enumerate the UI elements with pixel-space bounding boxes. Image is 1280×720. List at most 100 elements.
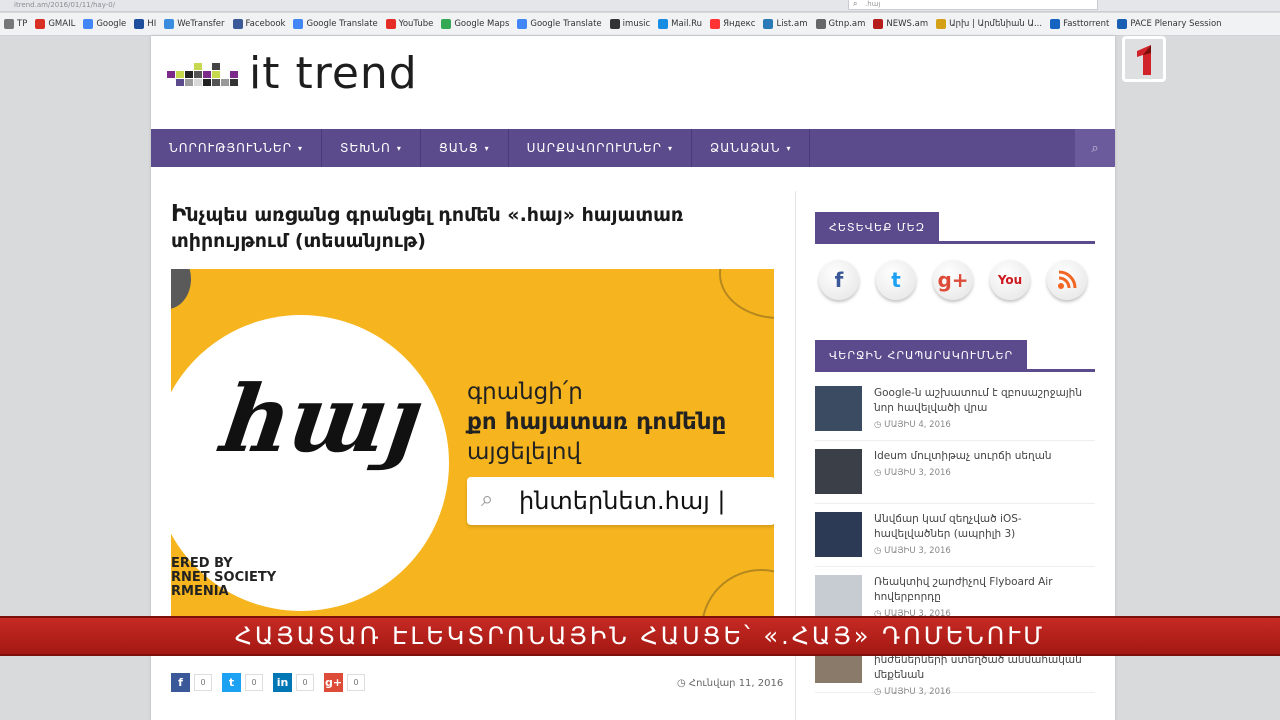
post-item[interactable]: Ideum մուլտիթաչ սուրճի սեղան ◷ ՄԱՅԻՍ 3, 2… — [815, 441, 1095, 504]
nav-item[interactable]: ՍԱՐՔԱՎՈՐՈՒՄՆԵՐ ▾ — [509, 129, 693, 167]
hero-search-text: ինտերնետ.հայ | — [519, 487, 726, 515]
bookmark-item[interactable]: YouTube — [385, 19, 433, 29]
bookmark-label: Facebook — [245, 19, 286, 29]
bookmark-favicon-icon — [658, 19, 669, 29]
social-glyph: t — [891, 268, 901, 292]
bookmark-label: HI — [147, 19, 157, 29]
article-date-text: Հունվար 11, 2016 — [688, 678, 784, 689]
post-title[interactable]: Ռեակտիվ շարժիչով Flyboard Air hովերբորդը — [874, 575, 1095, 605]
ticker-text: ՀԱՅԱՏԱՌ ԷԼԵԿՏՐՈՆԱՅԻՆ ՀԱՍՑԵ՝ «.ՀԱՅ» ԴՈՄԵՆ… — [234, 622, 1046, 650]
bookmark-favicon-icon — [35, 19, 46, 29]
post-title[interactable]: Անվճար կամ զեղչված iOS-հավելվածներ (ապրի… — [874, 512, 1095, 542]
chevron-down-icon: ▾ — [786, 143, 792, 153]
bookmark-item[interactable]: List.am — [763, 19, 808, 29]
widget-title-text: ՀԵՏԵՎԵՔ ՄԵԶ — [815, 212, 940, 244]
social-glyph: You — [997, 273, 1023, 287]
bookmarks-bar: TP GMAIL Google HI WeTransfer Facebook Google … — [0, 13, 1280, 36]
clock-icon: ◷ — [874, 546, 885, 556]
nav-search-button[interactable]: ⌕ — [1075, 129, 1115, 167]
social-icon[interactable]: t — [876, 260, 916, 300]
share-network-icon: in — [273, 673, 292, 692]
decor-ring — [701, 569, 774, 621]
social-icon[interactable]: g+ — [933, 260, 973, 300]
bookmark-item[interactable]: Google Translate — [293, 19, 378, 29]
bookmark-item[interactable]: HI — [134, 19, 156, 29]
post-date: ◷ ՄԱՅԻՍ 3, 2016 — [874, 468, 1052, 478]
bookmark-label: List.am — [776, 19, 808, 29]
social-glyph: f — [834, 268, 844, 292]
site-logo[interactable]: it trend — [167, 52, 418, 96]
share-button[interactable]: f0 — [171, 673, 212, 692]
bookmark-label: imusic — [622, 19, 651, 29]
post-date-text: ՄԱՅԻՍ 3, 2016 — [884, 687, 951, 697]
article-date: ◷ Հունվար 11, 2016 — [677, 678, 783, 689]
bookmark-item[interactable]: Facebook — [232, 19, 286, 29]
bookmark-label: Яндекс — [723, 19, 756, 29]
clock-icon: ◷ — [874, 687, 885, 697]
post-thumbnail[interactable] — [815, 575, 862, 620]
post-date: ◷ ՄԱՅԻՍ 4, 2016 — [874, 420, 1095, 430]
bookmark-item[interactable]: Google Translate — [517, 19, 602, 29]
share-count: 0 — [245, 674, 263, 691]
bookmark-item[interactable]: Mail.Ru — [658, 19, 702, 29]
bookmark-item[interactable]: Արխ | Արմենիան Ա... — [936, 19, 1042, 29]
bookmark-item[interactable]: Fasttorrent — [1050, 19, 1109, 29]
nav-item-label: ՆՈՐՈՒԹՅՈՒՆՆԵՐ — [169, 141, 292, 155]
bookmark-label: TP — [17, 19, 28, 29]
widget-title-follow: ՀԵՏԵՎԵՔ ՄԵԶ — [815, 212, 1095, 244]
social-icons: f t g+ You — [815, 244, 1095, 340]
hero-search-box: ⌕ ինտերնետ.հայ | — [467, 477, 774, 525]
sponsor-line: RMENIA — [171, 584, 229, 599]
address-bar[interactable]: itrend.am/2016/01/11/hay-0/ — [14, 0, 115, 10]
bookmark-item[interactable]: TP — [4, 19, 27, 29]
chevron-down-icon: ▾ — [396, 143, 402, 153]
nav-item-label: ՑԱՆՑ — [438, 141, 479, 155]
share-button[interactable]: g+ 0 — [324, 673, 365, 692]
bookmark-label: GMAIL — [48, 19, 76, 29]
bookmark-item[interactable]: imusic — [609, 19, 651, 29]
post-thumbnail[interactable] — [815, 512, 862, 557]
bookmark-label: Արխ | Արմենիան Ա... — [949, 19, 1043, 29]
nav-item[interactable]: ՆՈՐՈՒԹՅՈՒՆՆԵՐ ▾ — [151, 129, 322, 167]
share-button[interactable]: in 0 — [273, 673, 314, 692]
post-title[interactable]: Ideum մուլտիթաչ սուրճի սեղան — [874, 449, 1052, 464]
main-navigation: ՆՈՐՈՒԹՅՈՒՆՆԵՐ ▾ ՏԵԽՆՈ ▾ ՑԱՆՑ ▾ ՍԱՐՔԱՎՈՐՈՒՄՆԵՐ ▾… — [151, 129, 1115, 167]
bookmark-favicon-icon — [1050, 19, 1061, 29]
post-item[interactable]: Google-ն աշխատում է զբոսաշրջային նոր հավ… — [815, 378, 1095, 441]
share-button[interactable]: t0 — [222, 673, 263, 692]
bookmark-item[interactable]: Яндекс — [710, 19, 755, 29]
bookmark-item[interactable]: PACE Plenary Session — [1117, 19, 1222, 29]
social-icon[interactable]: You — [990, 260, 1030, 300]
nav-item[interactable]: ՑԱՆՑ ▾ — [421, 129, 509, 167]
share-network-icon: g+ — [324, 673, 343, 692]
nav-item[interactable]: ՏԵԽՆՈ ▾ — [322, 129, 421, 167]
bookmark-item[interactable]: WeTransfer — [164, 19, 225, 29]
social-icon[interactable] — [1047, 260, 1087, 300]
nav-item[interactable]: ՁԱՆԱՁԱՆ ▾ — [692, 129, 811, 167]
post-thumbnail[interactable] — [815, 449, 862, 494]
share-count: 0 — [296, 674, 314, 691]
nav-item-label: ՁԱՆԱՁԱՆ — [710, 141, 781, 155]
article-title-text: նչպես առցանց գրանցել դոմեն «.հայ» հայատա… — [171, 204, 684, 252]
social-glyph: g+ — [937, 268, 969, 292]
channel-logo — [1122, 36, 1166, 82]
bookmark-label: Google Maps — [454, 19, 510, 29]
magnifier-icon: ⌕ — [481, 487, 494, 512]
article-title[interactable]: Ինչպես առցանց գրանցել դոմեն «.հայ» հայատ… — [171, 201, 731, 254]
social-icon[interactable]: f — [819, 260, 859, 300]
post-title[interactable]: Google-ն աշխատում է զբոսաշրջային նոր հավ… — [874, 386, 1095, 416]
decor-ring — [719, 269, 774, 319]
browser-search-box[interactable]: ⌕ .հայ — [848, 0, 1098, 10]
post-date-text: ՄԱՅԻՍ 3, 2016 — [884, 546, 951, 556]
share-count: 0 — [347, 674, 365, 691]
bookmark-item[interactable]: Gtnp.am — [815, 19, 865, 29]
post-thumbnail[interactable] — [815, 386, 862, 431]
bookmark-item[interactable]: NEWS.am — [873, 19, 928, 29]
bookmark-item[interactable]: GMAIL — [35, 19, 75, 29]
article-hero-image[interactable]: հայ գրանցի՛ր քո հայատառ դոմենը այցելելով… — [171, 269, 774, 621]
bookmark-item[interactable]: Google — [83, 19, 126, 29]
bookmark-item[interactable]: Google Maps — [441, 19, 509, 29]
share-network-icon: f — [171, 673, 190, 692]
bookmark-label: Google — [96, 19, 127, 29]
post-item[interactable]: Անվճար կամ զեղչված iOS-հավելվածներ (ապրի… — [815, 504, 1095, 567]
